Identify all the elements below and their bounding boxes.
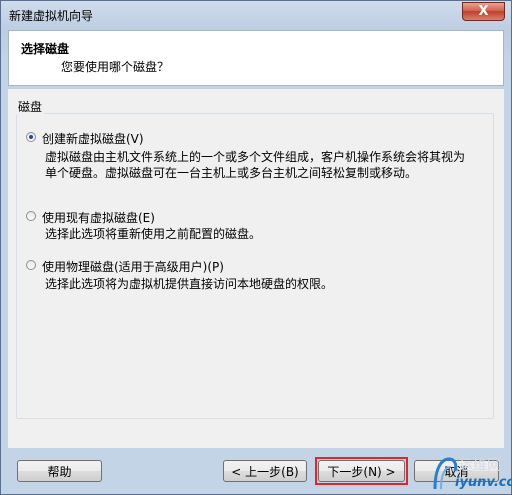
page-subtitle: 您要使用哪个磁盘？	[61, 60, 170, 74]
annotation-highlight	[315, 457, 408, 485]
close-button[interactable]: X	[462, 2, 505, 21]
option-label[interactable]: 创建新虚拟磁盘(V)	[42, 130, 144, 147]
title-bar[interactable]: 新建虚拟机向导 X	[1, 1, 511, 29]
option-description: 虚拟磁盘由主机文件系统上的一个或多个文件组成，客户机操作系统会将其视为单个硬盘。…	[45, 150, 466, 180]
watermark-text-url: iyunv.com	[455, 475, 512, 490]
help-button[interactable]: 帮助	[17, 460, 102, 482]
option-description: 选择此选项将重新使用之前配置的磁盘。	[45, 227, 262, 241]
group-label: 磁盘	[16, 98, 45, 115]
close-icon: X	[478, 4, 489, 19]
wizard-header: 选择磁盘 您要使用哪个磁盘？	[8, 30, 504, 86]
wizard-body: 磁盘 创建新虚拟磁盘(V) 虚拟磁盘由主机文件系统上的一个或多个文件组成，客户机…	[8, 88, 504, 448]
radio-use-physical-disk[interactable]	[26, 260, 36, 270]
watermark: 运维网 iyunv.com	[433, 449, 512, 495]
watermark-text-cn: 运维网	[459, 458, 501, 474]
wizard-window: 新建虚拟机向导 X 选择磁盘 您要使用哪个磁盘？ 磁盘 创建新虚拟磁盘(V) 虚…	[0, 0, 512, 495]
back-button[interactable]: < 上一步(B)	[223, 460, 307, 482]
option-description: 选择此选项将为虚拟机提供直接访问本地硬盘的权限。	[45, 277, 334, 291]
radio-create-new-disk[interactable]	[26, 132, 36, 142]
page-title: 选择磁盘	[21, 42, 70, 56]
option-label[interactable]: 使用现有虚拟磁盘(E)	[42, 209, 155, 226]
radio-use-existing-disk[interactable]	[26, 211, 36, 221]
window-title: 新建虚拟机向导	[9, 9, 94, 23]
option-label[interactable]: 使用物理磁盘(适用于高级用户)(P)	[42, 258, 224, 275]
